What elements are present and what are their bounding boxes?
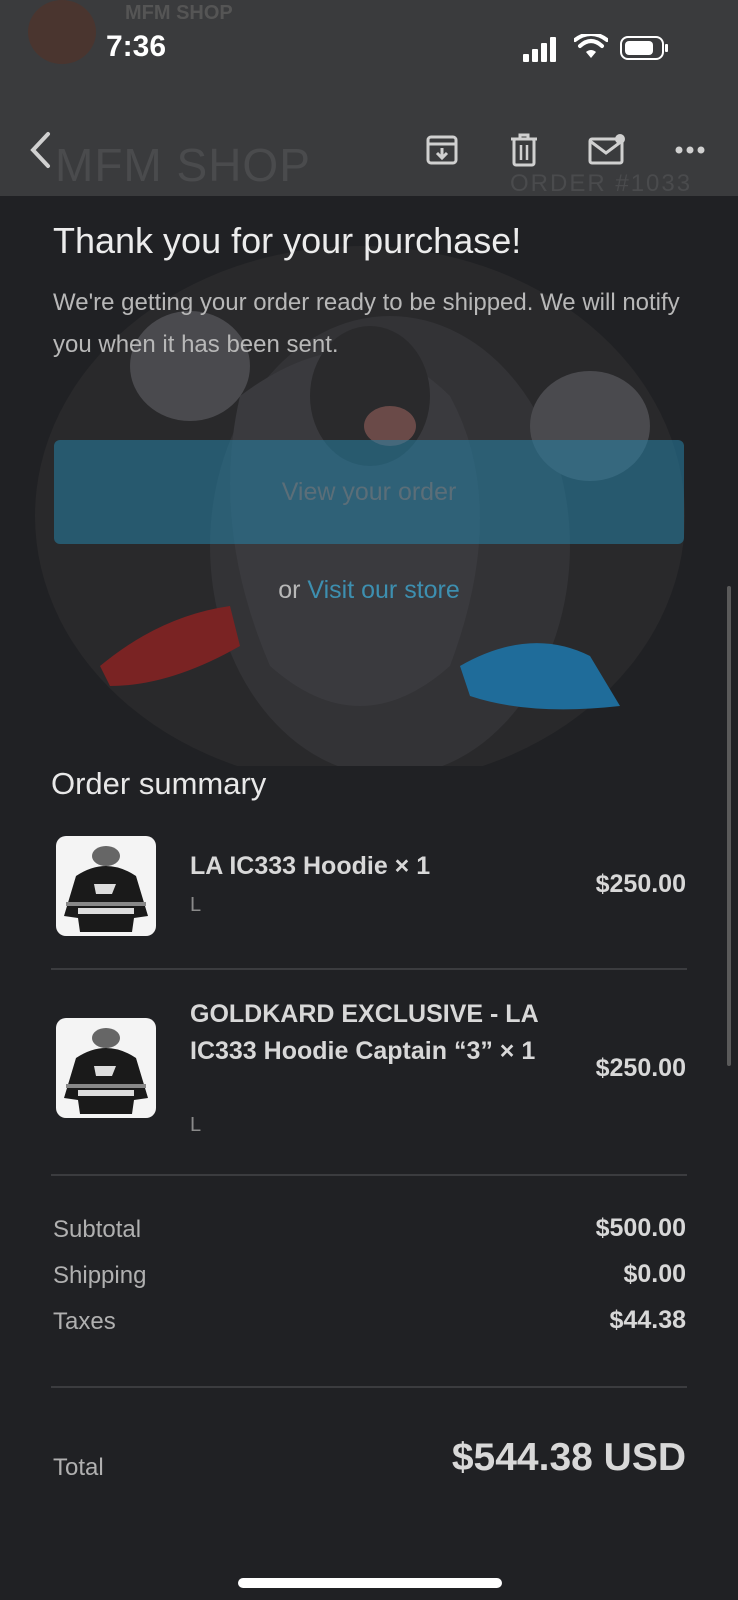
hoodie-thumbnail	[56, 836, 156, 936]
status-time: 7:36	[106, 30, 167, 63]
item-price: $250.00	[595, 1054, 686, 1082]
signal-icon	[523, 36, 559, 62]
ghost-sender-name: MFM SHOP	[125, 2, 233, 24]
scrollbar[interactable]	[727, 586, 731, 1066]
mail-unread-icon[interactable]	[585, 128, 629, 172]
hoodie-thumbnail	[56, 1018, 156, 1118]
item-price: $250.00	[595, 870, 686, 898]
status-bar: MFM SHOP 7:36	[0, 0, 738, 100]
total-value: $544.38 USD	[451, 1436, 686, 1479]
divider	[51, 968, 687, 970]
item-variant: L	[190, 894, 202, 916]
shipping-value: $0.00	[623, 1260, 686, 1288]
taxes-label: Taxes	[53, 1308, 116, 1335]
ghost-order-number: ORDER #1033	[510, 170, 693, 197]
total-label: Total	[53, 1454, 104, 1481]
shipping-notice: We're getting your order ready to be shi…	[53, 289, 680, 358]
visit-store-row: or Visit our store	[0, 576, 738, 605]
visit-prefix: or	[278, 576, 301, 604]
subtotal-label: Subtotal	[53, 1216, 142, 1243]
back-icon[interactable]	[18, 128, 62, 172]
view-order-button[interactable]: View your order	[54, 440, 684, 544]
order-summary-heading: Order summary	[51, 766, 267, 801]
home-indicator[interactable]	[238, 1578, 502, 1588]
battery-icon	[620, 36, 668, 60]
sender-avatar	[28, 0, 96, 64]
shipping-label: Shipping	[53, 1262, 147, 1289]
mail-toolbar: MFM SHOP ORDER #1033	[0, 100, 738, 197]
thank-you-heading: Thank you for your purchase!	[53, 220, 522, 261]
more-icon[interactable]	[668, 128, 712, 172]
order-item: GOLDKARD EXCLUSIVE - LA IC333 Hoodie Cap…	[52, 996, 686, 1146]
item-name: LA IC333 Hoodie × 1	[190, 852, 431, 880]
divider	[51, 1174, 687, 1176]
totals-block: Subtotal $500.00 Shipping $0.00 Taxes $4…	[53, 1212, 686, 1362]
divider	[51, 1386, 687, 1388]
order-item: LA IC333 Hoodie × 1 L $250.00	[52, 836, 686, 946]
item-name: GOLDKARD EXCLUSIVE - LA IC333 Hoodie Cap…	[190, 1000, 538, 1065]
item-variant: L	[190, 1114, 202, 1136]
ghost-shop-logo: MFM SHOP	[55, 139, 311, 191]
visit-store-link[interactable]: Visit our store	[307, 576, 459, 604]
email-body[interactable]: Thank you for your purchase! We're getti…	[0, 196, 738, 1600]
taxes-value: $44.38	[609, 1306, 686, 1334]
wifi-icon	[573, 32, 609, 65]
trash-icon[interactable]	[502, 128, 546, 172]
subtotal-value: $500.00	[595, 1214, 686, 1242]
archive-icon[interactable]	[420, 128, 464, 172]
